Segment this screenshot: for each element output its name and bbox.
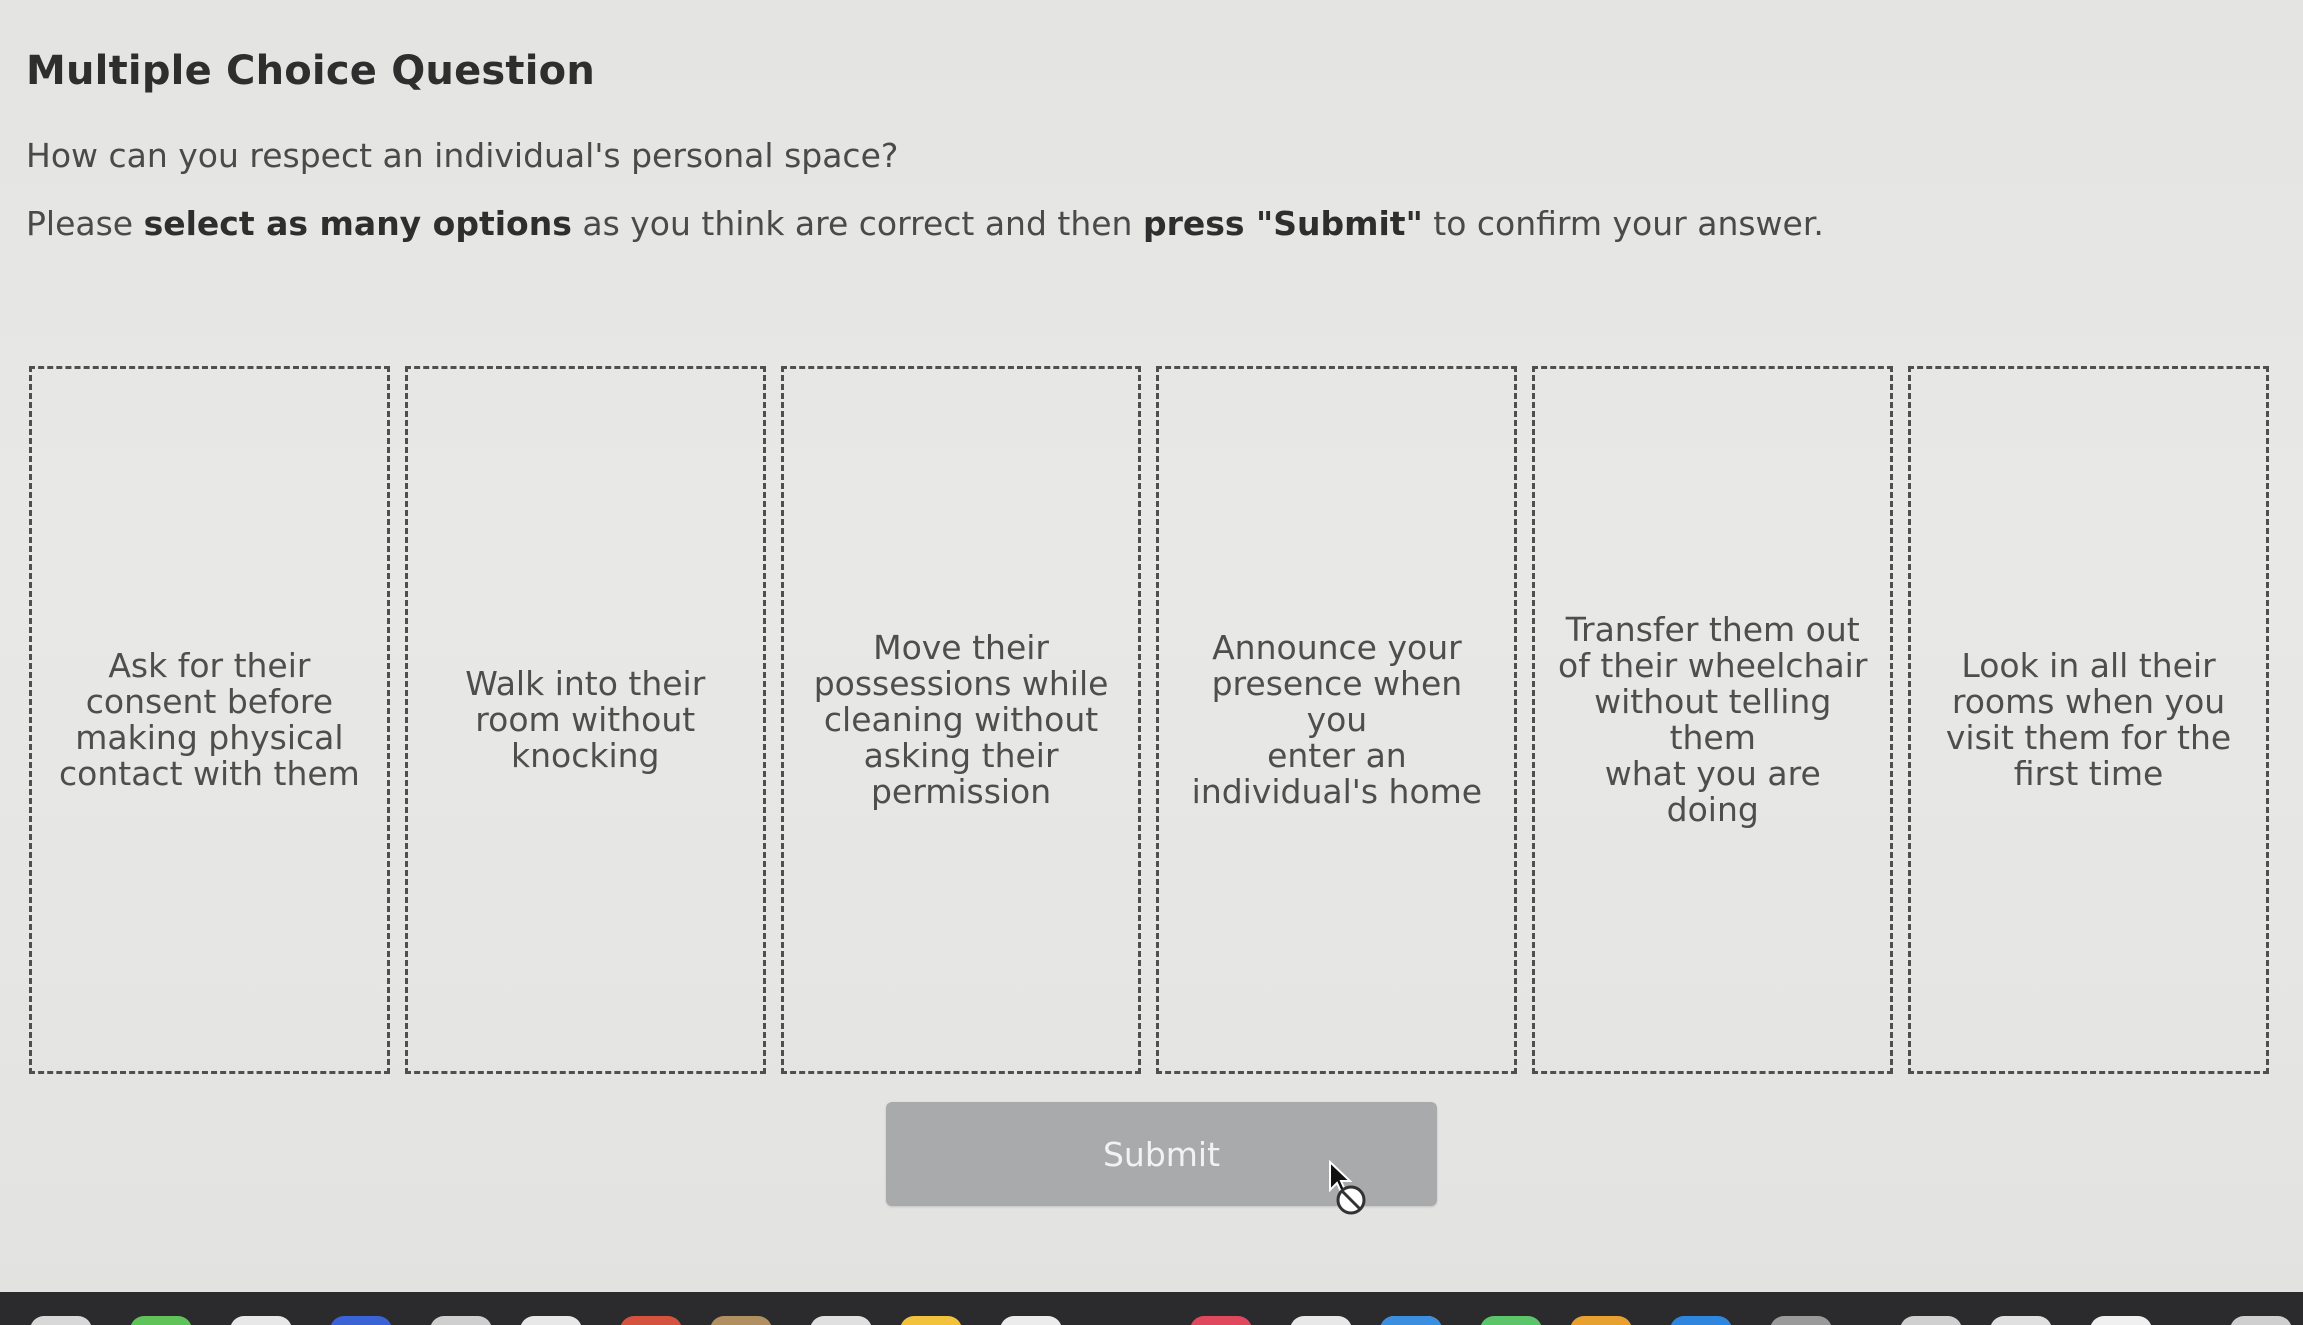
option-card-1[interactable]: Ask for their consent before making phys… bbox=[29, 366, 390, 1074]
page-title: Multiple Choice Question bbox=[26, 48, 596, 94]
dock-app-icon[interactable] bbox=[1900, 1316, 1962, 1325]
dock-app-icon[interactable] bbox=[1670, 1316, 1732, 1325]
dock-app-icon[interactable] bbox=[1480, 1316, 1542, 1325]
dock-app-icon[interactable] bbox=[710, 1316, 772, 1325]
option-label: Transfer them out of their wheelchair wi… bbox=[1558, 610, 1868, 829]
dock-app-icon[interactable] bbox=[520, 1316, 582, 1325]
dock-app-icon[interactable] bbox=[620, 1316, 682, 1325]
option-label: Walk into their room without knocking bbox=[465, 664, 706, 775]
option-card-4[interactable]: Announce your presence when you enter an… bbox=[1156, 366, 1518, 1074]
dock-app-icon[interactable] bbox=[1380, 1316, 1442, 1325]
dock-app-icon[interactable] bbox=[30, 1316, 92, 1325]
option-label: Look in all their rooms when you visit t… bbox=[1945, 646, 2232, 793]
option-card-3[interactable]: Move their possessions while cleaning wi… bbox=[780, 366, 1142, 1074]
dock-app-icon[interactable] bbox=[2090, 1316, 2152, 1325]
dock-app-icon[interactable] bbox=[430, 1316, 492, 1325]
dock-app-icon[interactable] bbox=[900, 1316, 962, 1325]
dock-app-icon[interactable] bbox=[2230, 1316, 2292, 1325]
instructions-text: Please select as many options as you thi… bbox=[26, 204, 1824, 243]
answer-options: Ask for their consent before making phys… bbox=[29, 366, 2269, 1074]
dock-app-icon[interactable] bbox=[130, 1316, 192, 1325]
instructions-bold-2: press "Submit" bbox=[1142, 204, 1423, 243]
option-card-2[interactable]: Walk into their room without knocking bbox=[404, 366, 766, 1074]
dock-app-icon[interactable] bbox=[1190, 1316, 1252, 1325]
dock-app-icon[interactable] bbox=[1770, 1316, 1832, 1325]
option-card-5[interactable]: Transfer them out of their wheelchair wi… bbox=[1532, 366, 1894, 1074]
instructions-part-1: Please bbox=[26, 204, 144, 243]
dock-app-icon[interactable] bbox=[1990, 1316, 2052, 1325]
option-label: Announce your presence when you enter an… bbox=[1191, 628, 1483, 811]
instructions-part-2: as you think are correct and then bbox=[571, 204, 1143, 243]
not-allowed-cursor-icon bbox=[1329, 1160, 1366, 1215]
option-label: Ask for their consent before making phys… bbox=[59, 646, 360, 793]
dock-app-icon[interactable] bbox=[230, 1316, 292, 1325]
taskbar-dock bbox=[0, 1292, 2303, 1325]
dock-app-icon[interactable] bbox=[1000, 1316, 1062, 1325]
option-label: Move their possessions while cleaning wi… bbox=[813, 628, 1109, 811]
quiz-page: Multiple Choice Question How can you res… bbox=[0, 0, 2303, 1292]
instructions-bold-1: select as many options bbox=[143, 204, 572, 243]
instructions-part-3: to confirm your answer. bbox=[1422, 204, 1824, 243]
option-card-6[interactable]: Look in all their rooms when you visit t… bbox=[1908, 366, 2269, 1074]
dock-app-icon[interactable] bbox=[810, 1316, 872, 1325]
question-text: How can you respect an individual's pers… bbox=[26, 136, 899, 175]
dock-app-icon[interactable] bbox=[1290, 1316, 1352, 1325]
dock-app-icon[interactable] bbox=[1570, 1316, 1632, 1325]
dock-app-icon[interactable] bbox=[330, 1316, 392, 1325]
